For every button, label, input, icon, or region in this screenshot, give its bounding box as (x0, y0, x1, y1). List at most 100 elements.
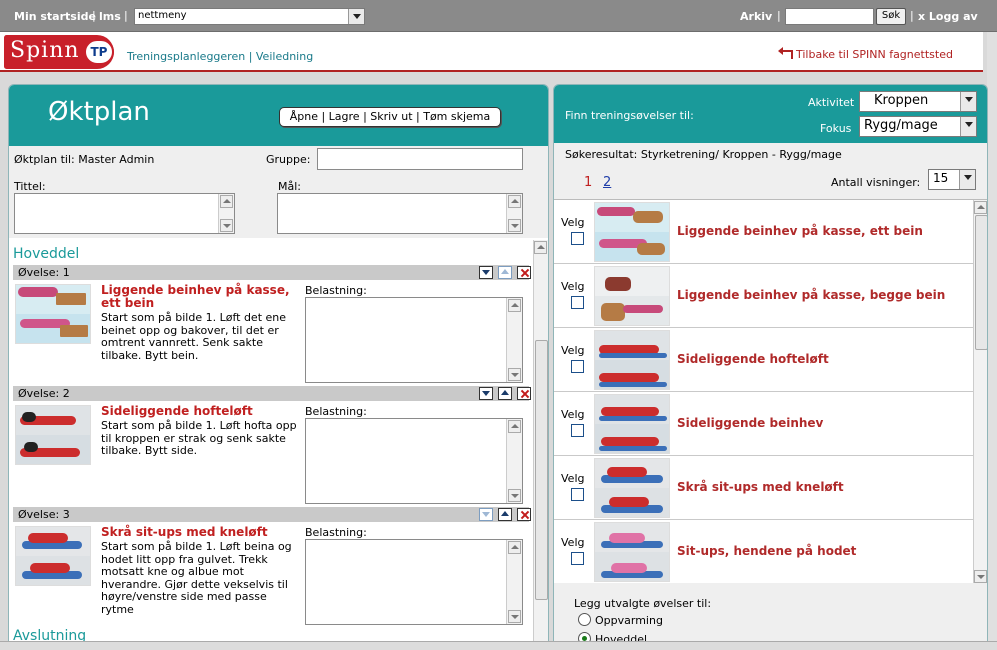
print-button[interactable]: Skriv ut (370, 110, 412, 123)
scroll-up-icon[interactable] (974, 201, 987, 214)
exercise-link[interactable]: Liggende beinhev på kasse, ett bein (677, 224, 923, 238)
antall-select[interactable]: 15 (928, 169, 976, 190)
maal-textarea[interactable] (277, 193, 523, 234)
page-2[interactable]: 2 (603, 175, 611, 190)
scroll-up-icon[interactable] (508, 420, 521, 433)
scrollbar[interactable] (218, 194, 234, 233)
min-startside-link[interactable]: Min startside (14, 10, 96, 23)
exercise-link[interactable]: Skrå sit-ups med kneløft (677, 480, 844, 494)
lms-link[interactable]: lms (99, 10, 121, 23)
logo-word: Spinn (10, 38, 80, 63)
exercise-description: Start som på bilde 1. Løft det ene beine… (101, 311, 287, 362)
page-1[interactable]: 1 (584, 175, 592, 190)
velg-label: Velg (561, 216, 585, 229)
browser-status-bar (0, 641, 997, 650)
search-input[interactable] (785, 8, 874, 25)
oktplan-header: Øktplan Åpne | Lagre | Skriv ut | Tøm sk… (9, 85, 548, 146)
section-hoveddel: Hoveddel (13, 246, 80, 262)
scrollbar[interactable] (506, 194, 522, 233)
exercise-number: Øvelse: 2 (18, 387, 70, 400)
move-up-icon[interactable] (498, 508, 512, 521)
belastning-textarea[interactable] (305, 539, 523, 625)
exercise-title: Skrå sit-ups med kneløft (101, 525, 268, 539)
delete-icon[interactable] (517, 508, 531, 521)
scroll-up-icon[interactable] (508, 195, 521, 208)
chevron-down-icon (960, 117, 976, 136)
window-edge (987, 32, 997, 641)
legg-til-label: Legg utvalgte øvelser til: (574, 597, 712, 610)
scroll-down-icon[interactable] (508, 610, 521, 623)
select-checkbox[interactable] (571, 360, 584, 373)
belastning-textarea[interactable] (305, 418, 523, 504)
move-up-icon[interactable] (498, 266, 512, 279)
exercise-link[interactable]: Liggende beinhev på kasse, begge bein (677, 288, 945, 302)
search-button[interactable]: Søk (876, 8, 906, 25)
results-scrollbar[interactable] (973, 200, 987, 583)
scroll-down-icon[interactable] (508, 219, 521, 232)
move-down-icon[interactable] (479, 387, 493, 400)
tittel-textarea[interactable] (14, 193, 235, 234)
fokus-select[interactable]: Rygg/mage (859, 116, 977, 137)
scrollbar[interactable] (506, 419, 522, 503)
antall-value: 15 (933, 171, 949, 185)
scroll-down-icon[interactable] (508, 368, 521, 381)
velg-label: Velg (561, 280, 585, 293)
exercise-link[interactable]: Sideliggende beinhev (677, 416, 823, 430)
scroll-down-icon[interactable] (220, 219, 233, 232)
separator: | (92, 9, 96, 22)
aktivitet-select[interactable]: Kroppen (859, 91, 977, 112)
exercise-description: Start som på bilde 1. Løft beina og hode… (101, 540, 292, 616)
radio-oppvarming[interactable] (578, 613, 591, 626)
page-title: Øktplan (48, 97, 150, 127)
move-up-icon[interactable] (498, 387, 512, 400)
exercise-image (594, 202, 670, 262)
select-checkbox[interactable] (571, 424, 584, 437)
move-down-icon[interactable] (479, 508, 493, 521)
chevron-down-icon (348, 9, 364, 24)
logout-link[interactable]: x Logg av (918, 10, 978, 23)
delete-icon[interactable] (517, 266, 531, 279)
move-down-icon[interactable] (479, 266, 493, 279)
select-checkbox[interactable] (571, 296, 584, 309)
open-button[interactable]: Åpne (290, 110, 318, 123)
maal-label: Mål: (278, 180, 301, 193)
select-checkbox[interactable] (571, 552, 584, 565)
scroll-up-icon[interactable] (508, 299, 521, 312)
select-checkbox[interactable] (571, 488, 584, 501)
scrollbar[interactable] (506, 540, 522, 624)
scrollbar[interactable] (506, 298, 522, 382)
tittel-label: Tittel: (14, 180, 46, 193)
header-links[interactable]: Treningsplanleggeren | Veiledning (127, 50, 313, 63)
exercise-description: Start som på bilde 1. Løft hofta opp til… (101, 419, 297, 457)
exercise-image (594, 522, 670, 582)
scroll-down-icon[interactable] (508, 489, 521, 502)
exercise-list-scrollbar[interactable] (533, 240, 548, 649)
nav-menu-select-value: nettmeny (138, 10, 187, 21)
gruppe-label: Gruppe: (266, 153, 311, 166)
exercise-image (594, 330, 670, 390)
delete-icon[interactable] (517, 387, 531, 400)
belastning-textarea[interactable] (305, 297, 523, 383)
select-checkbox[interactable] (571, 232, 584, 245)
action-bar: Åpne | Lagre | Skriv ut | Tøm skjema (279, 107, 501, 127)
save-button[interactable]: Lagre (329, 110, 360, 123)
spinn-tp-logo[interactable]: Spinn TP (4, 35, 114, 69)
scrollbar-thumb[interactable] (975, 215, 987, 350)
scroll-down-icon[interactable] (974, 570, 987, 583)
arkiv-link[interactable]: Arkiv (740, 10, 772, 23)
site-header: Spinn TP Treningsplanleggeren | Veiledni… (0, 32, 983, 72)
return-arrow-icon (778, 47, 793, 59)
exercise-link[interactable]: Sideliggende hofteløft (677, 352, 829, 366)
exercise-header: Øvelse: 3 (13, 507, 531, 522)
gruppe-input[interactable] (317, 148, 523, 170)
clear-form-button[interactable]: Tøm skjema (423, 110, 490, 123)
scroll-up-icon[interactable] (508, 541, 521, 554)
scroll-up-icon[interactable] (534, 241, 547, 254)
back-link[interactable]: Tilbake til SPINN fagnettsted (778, 47, 953, 61)
exercise-image (15, 526, 91, 586)
nav-menu-select[interactable]: nettmeny (134, 8, 365, 25)
belastning-label: Belastning: (305, 405, 367, 418)
scroll-up-icon[interactable] (220, 195, 233, 208)
exercise-link[interactable]: Sit-ups, hendene på hodet (677, 544, 856, 558)
scrollbar-thumb[interactable] (535, 340, 548, 600)
